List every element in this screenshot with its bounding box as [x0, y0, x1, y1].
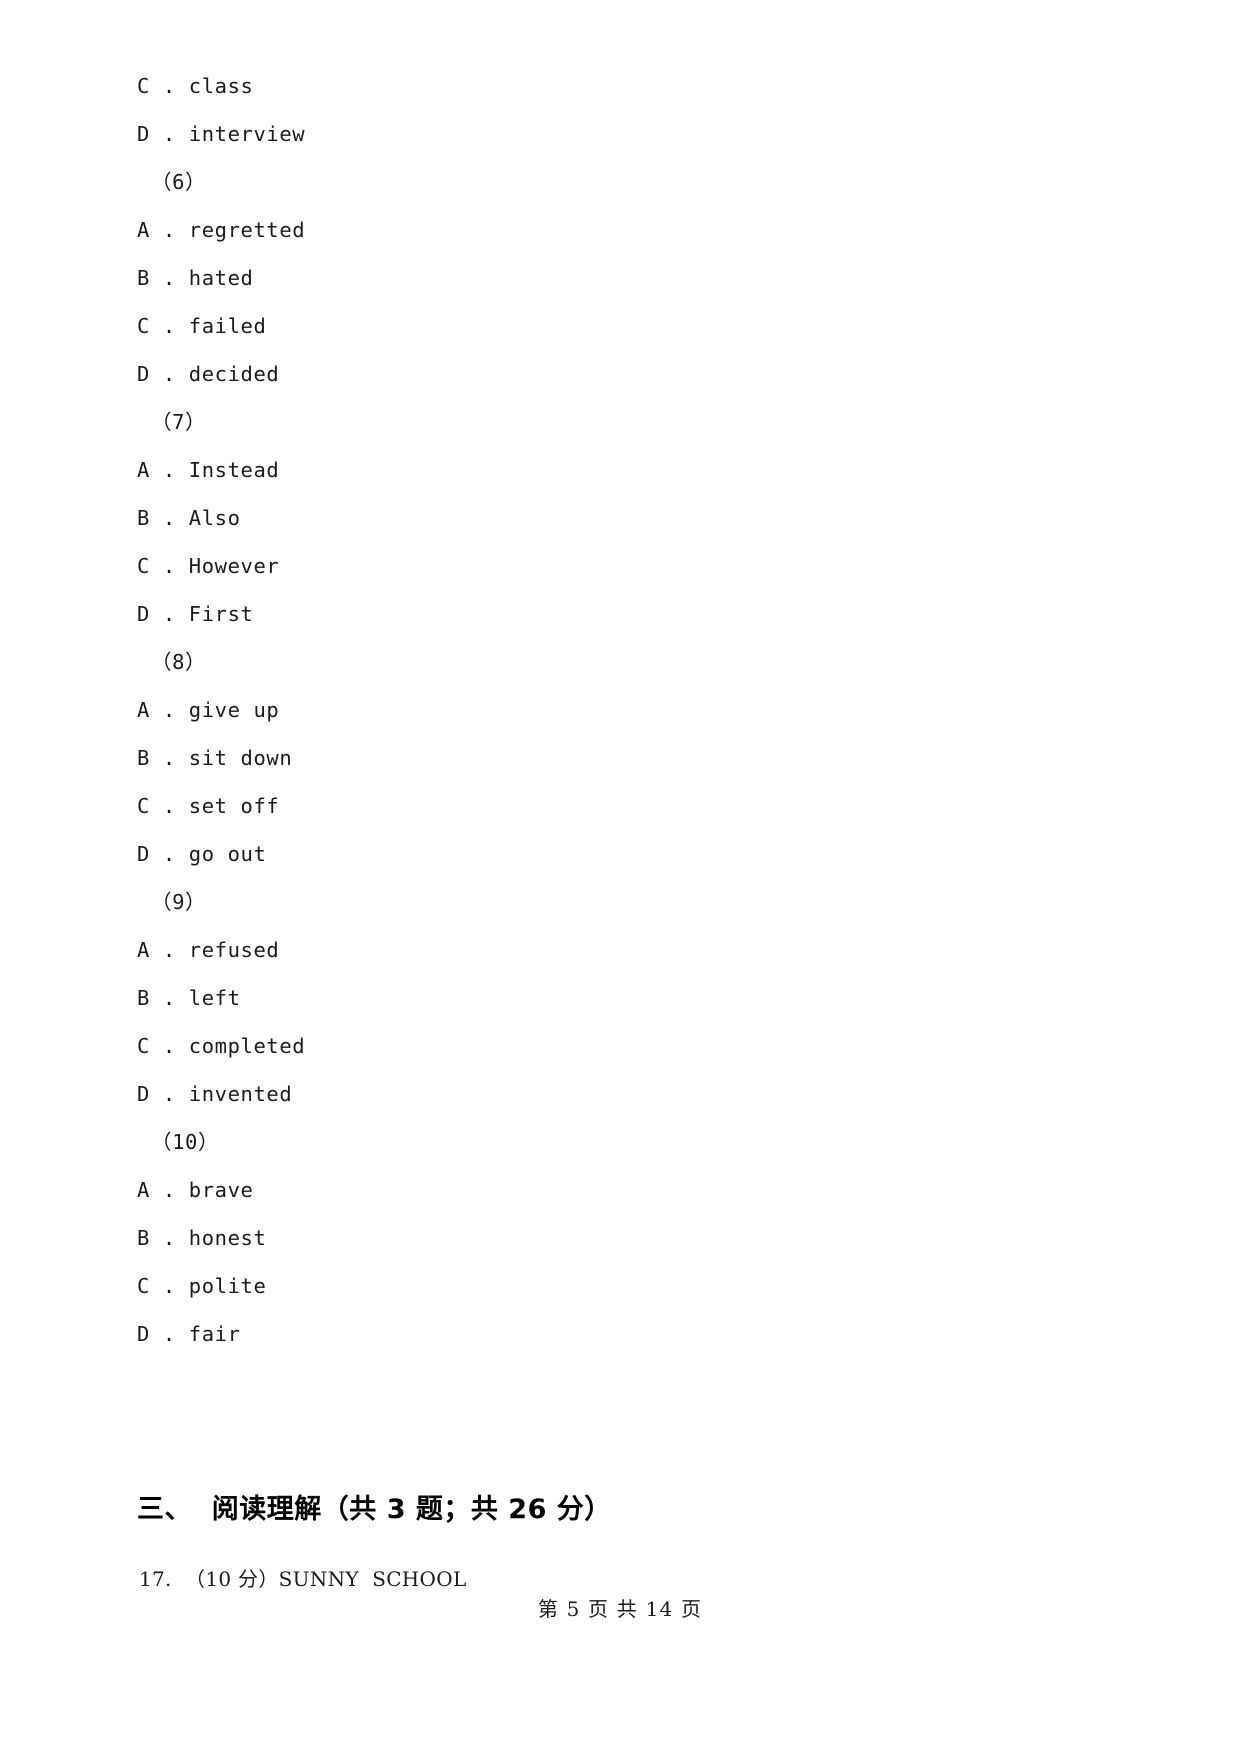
- option-line: D . interview: [137, 122, 306, 146]
- option-line: A . regretted: [137, 218, 306, 242]
- exam-page: C . class D . interview （6） A . regrette…: [0, 0, 1240, 1753]
- option-line: B . left: [137, 986, 241, 1010]
- question-number-line: （8）: [151, 650, 207, 674]
- option-line: A . give up: [137, 698, 280, 722]
- option-line: D . First: [137, 602, 254, 626]
- option-line: C . failed: [137, 314, 267, 338]
- question-number-line: （9）: [151, 890, 207, 914]
- option-line: C . class: [137, 74, 254, 98]
- option-line: C . set off: [137, 794, 280, 818]
- option-line: B . honest: [137, 1226, 267, 1250]
- question-number-line: （7）: [151, 410, 207, 434]
- option-line: D . invented: [137, 1082, 293, 1106]
- question-number-line: （6）: [151, 170, 207, 194]
- option-line: B . sit down: [137, 746, 293, 770]
- option-line: D . fair: [137, 1322, 241, 1346]
- option-line: C . completed: [137, 1034, 306, 1058]
- page-footer: 第 5 页 共 14 页: [537, 1597, 703, 1621]
- option-line: A . brave: [137, 1178, 254, 1202]
- section-heading: 三、 阅读理解（共 3 题；共 26 分）: [137, 1494, 612, 1525]
- option-line: C . However: [137, 554, 280, 578]
- option-line: C . polite: [137, 1274, 267, 1298]
- question-number-line: （10）: [151, 1130, 220, 1154]
- option-line: A . Instead: [137, 458, 280, 482]
- option-line: D . decided: [137, 362, 280, 386]
- option-line: B . hated: [137, 266, 254, 290]
- option-line: A . refused: [137, 938, 280, 962]
- option-line: D . go out: [137, 842, 267, 866]
- multiple-choice-options-block: C . class D . interview （6） A . regrette…: [137, 62, 305, 1358]
- option-line: B . Also: [137, 506, 241, 530]
